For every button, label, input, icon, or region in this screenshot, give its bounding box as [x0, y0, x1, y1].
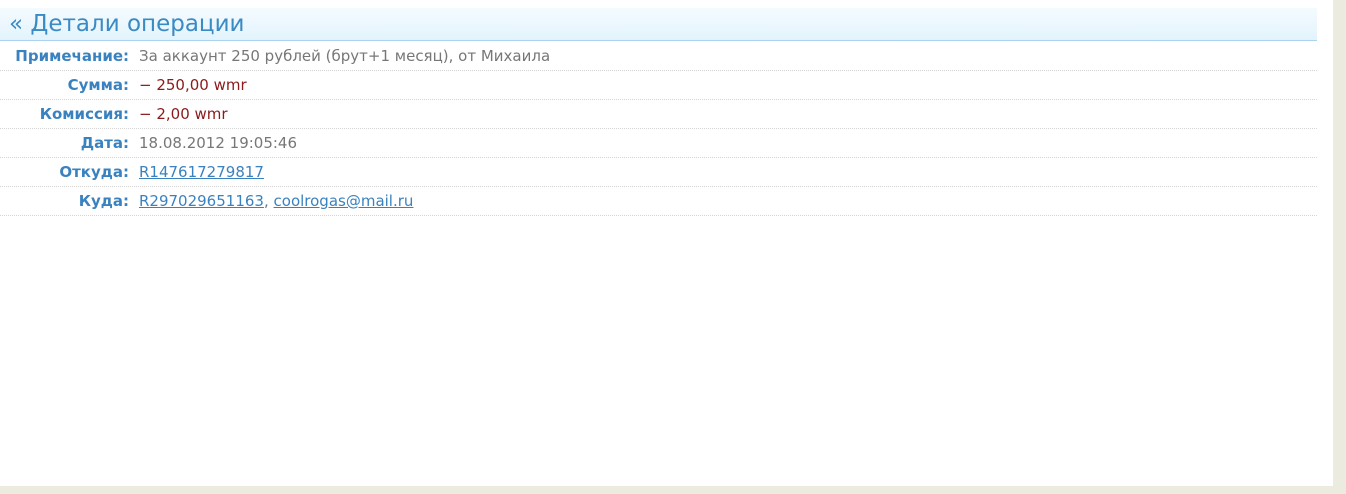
date-label: Дата:: [80, 134, 129, 152]
panel-header: « Детали операции: [0, 8, 1317, 41]
details-panel: « Детали операции Примечание: За аккаунт…: [0, 0, 1333, 486]
detail-row-to: Куда: R297029651163, coolrogas@mail.ru: [0, 187, 1317, 216]
from-purse-link[interactable]: R147617279817: [139, 163, 264, 181]
note-label: Примечание:: [15, 47, 129, 65]
date-value: 18.08.2012 19:05:46: [139, 134, 298, 152]
to-label: Куда:: [78, 192, 129, 210]
commission-value: − 2,00 wmr: [139, 105, 228, 123]
to-purse-link[interactable]: R297029651163: [139, 192, 264, 210]
amount-value: − 250,00 wmr: [139, 76, 247, 94]
to-value: R297029651163, coolrogas@mail.ru: [139, 187, 413, 215]
detail-row-amount: Сумма: − 250,00 wmr: [0, 71, 1317, 100]
operation-details-table: Примечание: За аккаунт 250 рублей (брут+…: [0, 42, 1317, 216]
from-value: R147617279817: [139, 158, 264, 186]
to-email-link[interactable]: coolrogas@mail.ru: [274, 192, 414, 210]
detail-row-date: Дата: 18.08.2012 19:05:46: [0, 129, 1317, 158]
detail-row-from: Откуда: R147617279817: [0, 158, 1317, 187]
amount-label: Сумма:: [67, 76, 129, 94]
commission-label: Комиссия:: [39, 105, 129, 123]
to-separator: ,: [263, 192, 269, 210]
back-link-title[interactable]: « Детали операции: [9, 10, 244, 38]
note-value: За аккаунт 250 рублей (брут+1 месяц), от…: [139, 47, 551, 65]
detail-row-commission: Комиссия: − 2,00 wmr: [0, 100, 1317, 129]
detail-row-note: Примечание: За аккаунт 250 рублей (брут+…: [0, 42, 1317, 71]
from-label: Откуда:: [59, 163, 129, 181]
